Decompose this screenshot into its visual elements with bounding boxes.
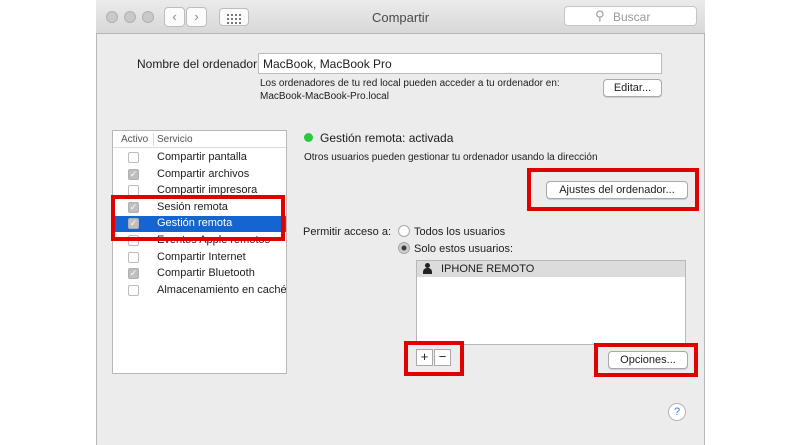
edit-button[interactable]: Editar... [603,79,662,97]
service-checkbox[interactable] [128,152,139,163]
list-item[interactable]: IPHONE REMOTO [417,261,685,277]
list-item[interactable]: Almacenamiento en caché [113,283,286,299]
title-bar: ‹ › Compartir ⚲ Buscar [96,0,705,34]
radio-all-users-label: Todos los usuarios [414,226,506,238]
service-name: Compartir Bluetooth [157,267,255,280]
computer-address-info: Los ordenadores de tu red local pueden a… [260,78,560,89]
highlight-options-button [594,343,698,377]
status-text: Gestión remota: activada [320,131,454,145]
computer-address-host: MacBook-MacBook-Pro.local [260,91,389,102]
service-checkbox[interactable]: ✓ [128,168,139,180]
radio-all-users[interactable] [398,225,410,237]
search-input[interactable]: ⚲ Buscar [564,6,697,26]
services-list-header: Activo Servicio [113,131,286,148]
access-label: Permitir acceso a: [303,226,392,238]
column-divider [153,133,154,146]
highlight-services [111,195,285,241]
service-name: Almacenamiento en caché [157,283,286,296]
service-checkbox[interactable]: ✓ [128,268,139,280]
search-icon: ⚲ [595,8,605,23]
radio-only-these-users[interactable] [398,242,410,254]
service-name: Compartir Internet [157,250,246,263]
description-text: Otros usuarios pueden gestionar tu orden… [304,152,598,163]
service-checkbox[interactable] [128,251,139,263]
user-icon [423,263,432,275]
list-item[interactable]: ✓ Compartir archivos [113,167,286,183]
service-name: Compartir archivos [157,167,250,180]
status-indicator-icon [304,133,313,142]
service-name: Compartir pantalla [157,151,247,163]
computer-name-label: Nombre del ordenador: [137,57,261,71]
help-button[interactable]: ? [668,403,686,421]
user-name: IPHONE REMOTO [441,263,535,275]
column-service-header: Servicio [157,134,193,145]
highlight-settings-button [527,168,699,211]
search-placeholder: Buscar [613,10,651,24]
list-item[interactable]: Compartir Internet [113,250,286,266]
column-active-header: Activo [121,134,149,145]
computer-name-field[interactable]: MacBook, MacBook Pro [258,53,662,74]
radio-only-these-users-label: Solo estos usuarios: [414,243,514,255]
service-checkbox[interactable] [128,284,139,296]
list-item[interactable]: ✓ Compartir Bluetooth [113,266,286,282]
highlight-add-remove [404,341,464,376]
list-item[interactable]: Compartir pantalla [113,150,286,166]
services-list[interactable]: Activo Servicio Compartir pantalla ✓ Compa… [112,130,287,374]
users-list[interactable]: IPHONE REMOTO [416,260,686,345]
